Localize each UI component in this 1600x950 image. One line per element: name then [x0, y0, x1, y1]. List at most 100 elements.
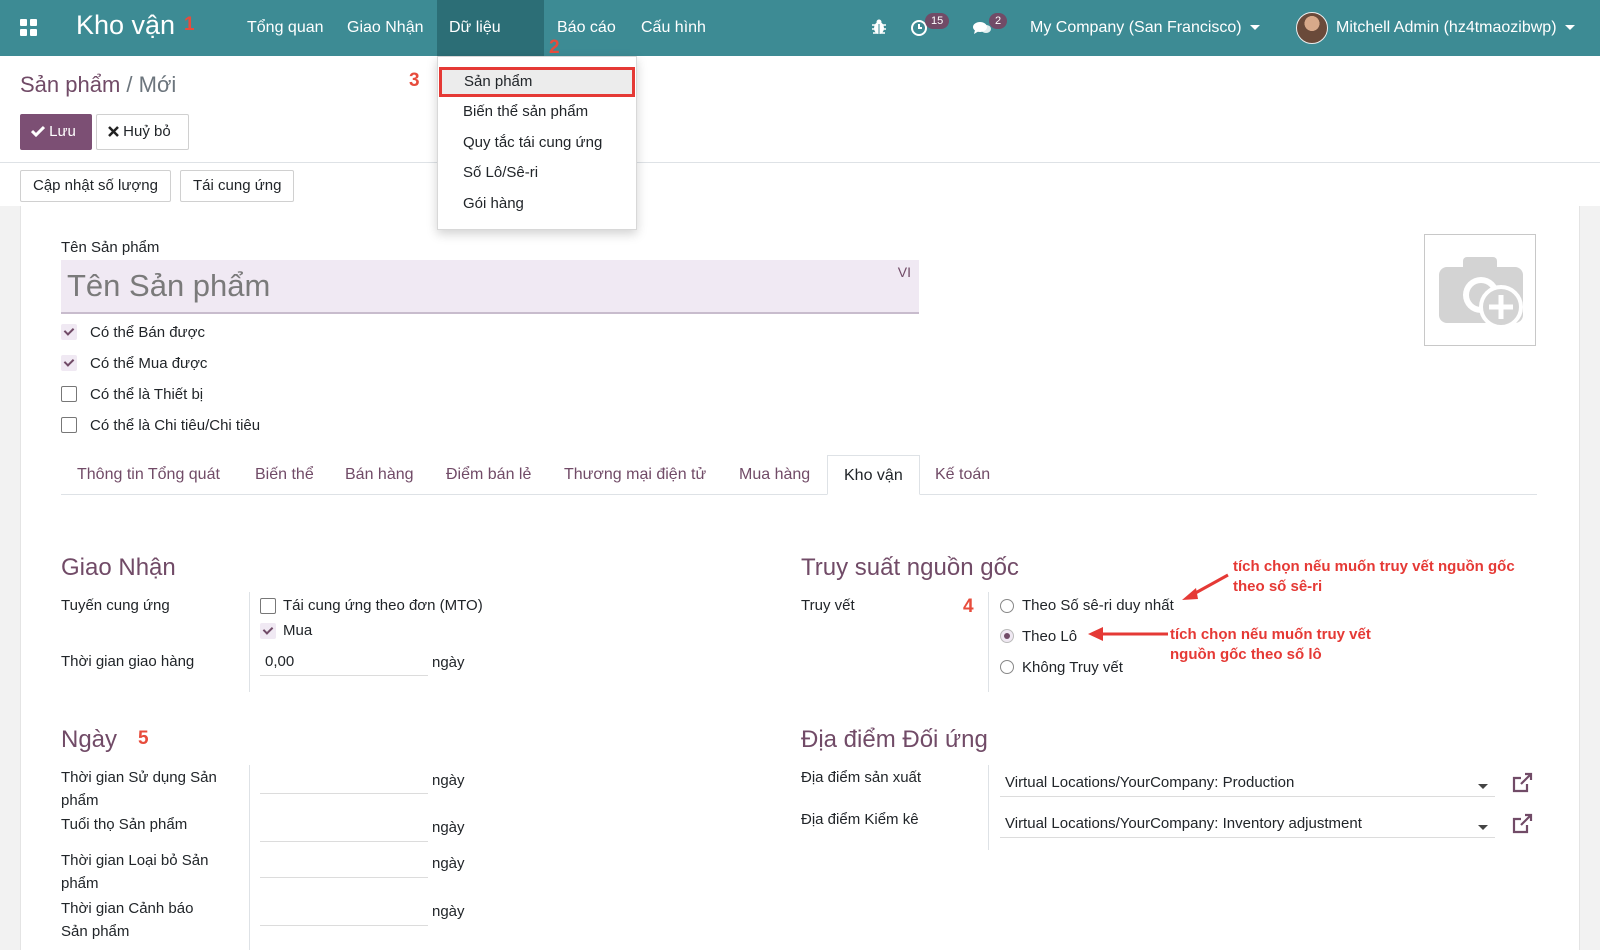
save-button[interactable]: Lưu	[20, 114, 92, 150]
lead-time-input[interactable]: 0,00	[260, 650, 428, 676]
dropdown-caret-icon[interactable]	[1478, 825, 1488, 830]
can-be-purchased-label: Có thể Mua được	[90, 355, 208, 372]
can-be-equipment-checkbox[interactable]	[61, 386, 77, 402]
camera-add-icon	[1439, 257, 1523, 329]
tab-variants[interactable]: Biến thể	[239, 455, 330, 495]
product-name-label: Tên Sản phẩm	[61, 239, 160, 256]
production-location-select[interactable]: Virtual Locations/YourCompany: Productio…	[1000, 771, 1495, 797]
app-name[interactable]: Kho vận	[76, 10, 175, 41]
divider	[0, 162, 1600, 163]
dropdown-caret-icon[interactable]	[1478, 784, 1488, 789]
removal-time-unit: ngày	[432, 855, 465, 872]
product-name-input[interactable]: Tên Sản phẩm VI	[61, 260, 919, 314]
dropdown-item-packages[interactable]: Gói hàng	[438, 189, 636, 219]
update-quantity-button[interactable]: Cập nhật số lượng	[20, 170, 171, 202]
alert-time-unit: ngày	[432, 903, 465, 920]
life-time-input[interactable]	[260, 816, 428, 842]
annotation-2: 2	[549, 37, 560, 58]
tracking-lot-label: Theo Lô	[1022, 628, 1078, 645]
user-name: Mitchell Admin (hz4tmaozibwp)	[1336, 19, 1557, 36]
user-avatar[interactable]	[1296, 12, 1328, 44]
inventory-location-select[interactable]: Virtual Locations/YourCompany: Inventory…	[1000, 812, 1495, 838]
alert-time-input[interactable]	[260, 900, 428, 926]
message-count-badge: 2	[989, 13, 1008, 29]
can-be-sold-checkbox[interactable]	[61, 324, 77, 340]
can-be-equipment-label: Có thể là Thiết bị	[90, 386, 204, 403]
caret-down-icon	[1249, 25, 1260, 31]
external-link-icon[interactable]	[1511, 772, 1533, 794]
user-menu[interactable]: Mitchell Admin (hz4tmaozibwp)	[1336, 0, 1575, 56]
can-be-purchased-checkbox[interactable]	[61, 355, 77, 371]
company-switcher[interactable]: My Company (San Francisco)	[1030, 0, 1260, 56]
dropdown-item-reordering-rules[interactable]: Quy tắc tái cung ứng	[438, 128, 636, 158]
inventory-location-label: Địa điểm Kiểm kê	[801, 811, 919, 828]
master-data-dropdown: Sản phẩm Biến thể sản phẩm Quy tắc tái c…	[437, 56, 637, 230]
product-image-upload[interactable]	[1424, 234, 1536, 346]
lead-time-unit: ngày	[432, 654, 465, 671]
annotation-4: 4	[963, 596, 974, 617]
field-separator	[249, 592, 250, 692]
activity-notifier[interactable]: 15	[910, 0, 950, 56]
route-mto-label: Tái cung ứng theo đơn (MTO)	[283, 597, 483, 614]
dropdown-item-product-variants[interactable]: Biến thể sản phẩm	[438, 97, 636, 127]
breadcrumb-parent[interactable]: Sản phẩm	[20, 72, 120, 97]
language-button[interactable]: VI	[898, 264, 911, 280]
close-icon	[108, 126, 119, 137]
note-serial-line2: theo số sê-ri	[1233, 578, 1323, 595]
can-be-sold-label: Có thể Bán được	[90, 324, 205, 341]
company-name: My Company (San Francisco)	[1030, 19, 1242, 36]
form-sheet	[20, 206, 1580, 950]
routes-label: Tuyến cung ứng	[61, 597, 170, 614]
messaging-menu[interactable]: 2	[972, 0, 1008, 56]
life-time-label: Tuổi thọ Sản phẩm	[61, 816, 188, 833]
counterpart-title: Địa điểm Đối ứng	[801, 726, 988, 753]
top-navbar: Kho vận Tổng quan Giao Nhận Dữ liệu Gốc …	[0, 0, 1600, 92]
tab-accounting[interactable]: Kế toán	[919, 455, 1006, 495]
activity-count-badge: 15	[925, 13, 950, 29]
can-be-expensed-label: Có thể là Chi tiêu/Chi tiêu	[90, 417, 261, 434]
route-buy-checkbox[interactable]	[260, 623, 276, 639]
external-link-icon[interactable]	[1511, 813, 1533, 835]
tab-purchase[interactable]: Mua hàng	[723, 455, 826, 495]
breadcrumb-current: Mới	[138, 72, 177, 97]
tracking-serial-label: Theo Số sê-ri duy nhất	[1022, 597, 1174, 614]
discard-button[interactable]: Huỷ bỏ	[96, 114, 189, 150]
use-time-label-line1: Thời gian Sử dụng Sản	[61, 769, 217, 786]
discard-label: Huỷ bỏ	[123, 123, 171, 140]
note-lot-line2: nguồn gốc theo số lô	[1170, 646, 1322, 663]
tab-sales[interactable]: Bán hàng	[329, 455, 430, 495]
tab-ecommerce[interactable]: Thương mại điện tử	[548, 455, 722, 495]
replenish-button[interactable]: Tái cung ứng	[180, 170, 295, 202]
menu-operations[interactable]: Giao Nhận	[335, 0, 436, 56]
can-be-expensed-checkbox[interactable]	[61, 417, 77, 433]
traceability-title: Truy suất nguồn gốc	[801, 554, 1019, 581]
menu-configuration[interactable]: Cấu hình	[629, 0, 718, 56]
use-time-unit: ngày	[432, 772, 465, 789]
breadcrumb: Sản phẩm / Mới	[20, 72, 176, 98]
product-name-placeholder: Tên Sản phẩm	[67, 268, 271, 303]
tab-inventory[interactable]: Kho vận	[827, 455, 920, 495]
route-buy-label: Mua	[283, 622, 313, 639]
life-time-unit: ngày	[432, 819, 465, 836]
use-time-input[interactable]	[260, 768, 428, 794]
tracking-none-label: Không Truy vết	[1022, 659, 1123, 676]
tab-general-info[interactable]: Thông tin Tổng quát	[61, 455, 236, 495]
tracking-none-radio[interactable]	[1000, 660, 1014, 674]
alert-time-label-line2: Sản phẩm	[61, 923, 130, 940]
debug-bug-icon[interactable]	[870, 18, 888, 36]
apps-menu-icon[interactable]	[20, 19, 38, 37]
dropdown-item-products[interactable]: Sản phẩm	[439, 67, 635, 97]
removal-time-input[interactable]	[260, 852, 428, 878]
menu-overview[interactable]: Tổng quan	[235, 0, 336, 56]
removal-time-label-line2: phẩm	[61, 875, 99, 892]
tab-point-of-sale[interactable]: Điểm bán lẻ	[430, 455, 547, 495]
dropdown-item-lots-serials[interactable]: Số Lô/Sê-ri	[438, 158, 636, 188]
removal-time-label-line1: Thời gian Loại bỏ Sản	[61, 852, 209, 869]
lead-time-label: Thời gian giao hàng	[61, 653, 195, 670]
tracking-serial-radio[interactable]	[1000, 599, 1014, 613]
tracking-lot-radio[interactable]	[1000, 629, 1014, 643]
annotation-1: 1	[184, 14, 195, 35]
menu-master-data[interactable]: Dữ liệu Gốc	[437, 0, 544, 92]
route-mto-checkbox[interactable]	[260, 598, 276, 614]
production-location-label: Địa điểm sản xuất	[801, 769, 922, 786]
